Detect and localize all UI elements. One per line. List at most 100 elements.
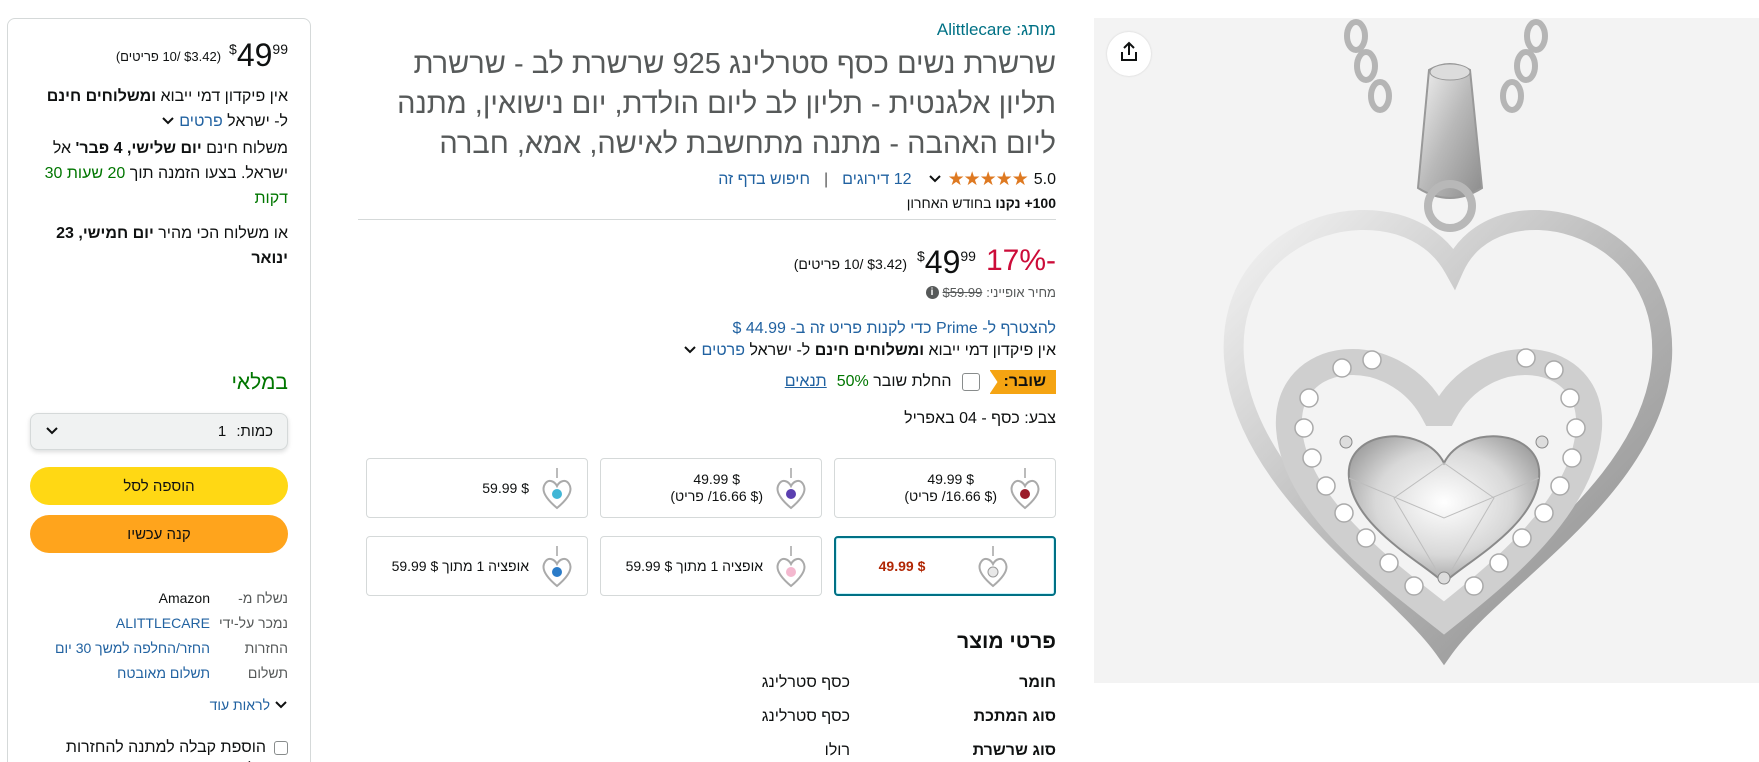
shipping-info: אין פיקדון דמי ייבוא ומשלוחים חינם ל- יש… xyxy=(358,342,1056,360)
swatch-option[interactable]: אופציה 1 מתוך $ 59.99 xyxy=(600,536,822,596)
coupon-row: שובר: החלת שובר 50% תנאים xyxy=(358,370,1056,394)
chevron-down-icon[interactable] xyxy=(683,342,697,359)
buybox-shipping-prefix: אין פיקדון דמי ייבוא xyxy=(160,88,288,105)
list-price-value: $59.99 xyxy=(942,285,983,300)
detail-value: כסף סטרלינג xyxy=(761,708,850,725)
rating-value: 5.0 xyxy=(1033,170,1056,188)
brand-link[interactable]: מותג: Alittlecare xyxy=(358,20,1056,40)
chevron-down-icon[interactable] xyxy=(928,171,942,189)
brand-name[interactable]: Alittlecare xyxy=(937,20,1012,39)
discount-percent: -17% xyxy=(985,244,1056,277)
price-row: -17% $ 49 99 ($3.42 /10 פריטים) xyxy=(358,244,1056,281)
necklace-thumbnail-icon xyxy=(975,542,1011,590)
swatch-price: $ 49.99 xyxy=(693,471,741,487)
swatch-unit-price: ($ 16.66/ פריט) xyxy=(670,488,763,504)
swatch-option[interactable]: $ 49.99 ($ 16.66/ פריט) xyxy=(600,458,822,518)
gift-receipt-label: הוספת קבלה למתנה להחזרות קלות xyxy=(65,739,266,762)
seller-info-key: החזרות xyxy=(244,639,288,656)
swatch-option-selected[interactable]: $ 49.99 xyxy=(834,536,1056,596)
coupon-terms-link[interactable]: תנאים xyxy=(785,373,827,391)
buybox-details-link[interactable]: פרטים xyxy=(179,113,222,130)
list-price: מחיר אופייני: $59.99 i xyxy=(358,285,1056,300)
quantity-text: כמות: 1 xyxy=(218,423,273,440)
coupon-apply-text: החלת שובר xyxy=(873,373,952,390)
necklace-thumbnail-icon xyxy=(1007,464,1043,512)
price-per-unit: ($3.42 /10 פריטים) xyxy=(793,256,907,272)
buybox-shipping: אין פיקדון דמי ייבוא ומשלוחים חינם ל- יש… xyxy=(30,84,288,134)
chevron-down-icon[interactable] xyxy=(161,113,175,130)
detail-key: חומר xyxy=(1019,674,1056,691)
detail-value: רולו xyxy=(824,742,850,759)
seller-info-key: נשלח מ- xyxy=(238,589,288,606)
bought-count: 100+ נקנו בחודש האחרון xyxy=(358,195,1056,211)
bought-count-text: בחודש האחרון xyxy=(906,195,992,211)
quantity-label: כמות: xyxy=(236,423,273,440)
swatch-price: $ 49.99 xyxy=(878,558,926,574)
shipping-free: ומשלוחים חינם xyxy=(814,342,925,359)
swatch-text: $ 49.99 ($ 16.66/ פריט) xyxy=(670,471,763,505)
info-icon[interactable]: i xyxy=(925,286,939,299)
search-page-link[interactable]: חיפוש בדף זה xyxy=(718,171,810,189)
color-label: צבע: כסף - 04 באפריל xyxy=(904,410,1056,427)
swatch-unit-price: ($ 16.66/ פריט) xyxy=(904,488,997,504)
buybox-price: $ 49 99 xyxy=(229,37,288,74)
color-swatches-row-2: $ 49.99 אופציה 1 מתוך $ 59.99 אופציה 1 מ… xyxy=(358,536,1056,596)
seller-info-row: נשלח מ- Amazon xyxy=(30,585,288,610)
product-image[interactable] xyxy=(1094,18,1759,683)
swatch-price: $ 49.99 xyxy=(927,471,975,487)
prime-offer-link[interactable]: להצטרף ל- Prime כדי לקנות פריט זה ב- 44.… xyxy=(358,320,1056,338)
buybox-price-symbol: $ xyxy=(229,41,237,57)
detail-row: חומר כסף סטרלינג xyxy=(358,674,1056,708)
swatch-text: אופציה 1 מתוך $ 59.99 xyxy=(391,557,529,574)
share-icon xyxy=(1118,41,1140,68)
stock-status: במלאי xyxy=(231,371,288,394)
swatch-option[interactable]: $ 49.99 ($ 16.66/ פריט) xyxy=(834,458,1056,518)
seller-info-row: תשלום תשלום מאובטח xyxy=(30,660,288,685)
necklace-thumbnail-icon xyxy=(539,464,575,512)
coupon-percent: 50% xyxy=(836,373,869,390)
seller-info-value: Amazon xyxy=(158,589,210,606)
divider xyxy=(358,219,1056,220)
see-more-link[interactable]: לראות עוד xyxy=(210,697,288,713)
shipping-destination: ל- ישראל xyxy=(749,342,811,359)
quantity-select[interactable]: כמות: 1 xyxy=(30,413,288,450)
price-fraction: 99 xyxy=(960,248,976,264)
rating-count-link[interactable]: 12 דירוגים xyxy=(842,171,911,189)
necklace-image xyxy=(1094,18,1759,683)
payment-link[interactable]: תשלום מאובטח xyxy=(30,665,210,681)
bought-count-bold: 100+ נקנו xyxy=(995,195,1056,211)
gift-receipt-checkbox[interactable] xyxy=(274,741,288,755)
swatch-option[interactable]: אופציה 1 מתוך $ 59.99 xyxy=(366,536,588,596)
swatch-price: $ 59.99 xyxy=(482,479,529,496)
seller-info-row: נמכר על-ידי ALITTLECARE xyxy=(30,610,288,635)
buybox-price-row: $ 49 99 ($3.42 /10 פריטים) xyxy=(30,37,288,74)
product-info: מותג: Alittlecare שרשרת נשים כסף סטרלינג… xyxy=(358,18,1056,762)
seller-info-key: נמכר על-ידי xyxy=(218,614,288,631)
chevron-down-icon xyxy=(274,697,288,713)
price-whole: 49 xyxy=(924,244,961,280)
seller-link[interactable]: ALITTLECARE xyxy=(30,615,210,631)
seller-info-key: תשלום xyxy=(247,664,288,681)
returns-link[interactable]: החזר/החלפה למשך 30 יום xyxy=(30,640,210,656)
share-button[interactable] xyxy=(1107,32,1151,76)
shipping-details-link[interactable]: פרטים xyxy=(702,342,745,359)
price-value: $ 49 99 xyxy=(917,244,976,281)
gift-receipt-option[interactable]: הוספת קבלה למתנה להחזרות קלות xyxy=(30,737,288,762)
buy-now-button[interactable]: קנה עכשיו xyxy=(30,515,288,553)
coupon-checkbox[interactable] xyxy=(961,373,980,391)
star-rating-icon[interactable]: ★★★★★ xyxy=(948,168,1029,191)
rating-row: 5.0 ★★★★★ 12 דירוגים | חיפוש בדף זה xyxy=(358,168,1056,191)
detail-row: סוג המתכת כסף סטרלינג xyxy=(358,708,1056,742)
detail-key: סוג המתכת xyxy=(973,708,1056,725)
color-swatches: $ 49.99 ($ 16.66/ פריט) $ 49.99 ($ 16.66… xyxy=(358,458,1056,518)
buybox-price-fraction: 99 xyxy=(272,41,288,57)
chevron-down-icon xyxy=(45,423,59,440)
coupon-apply-label: החלת שובר 50% xyxy=(837,373,952,391)
delivery-date: יום שלישי, 4 פבר' xyxy=(75,140,202,157)
coupon-badge: שובר: xyxy=(989,370,1056,394)
product-title: שרשרת נשים כסף סטרלינג 925 שרשרת לב - שר… xyxy=(397,48,1056,160)
buybox-shipping-free: ומשלוחים חינם xyxy=(46,88,157,105)
swatch-option[interactable]: $ 59.99 xyxy=(366,458,588,518)
add-to-cart-button[interactable]: הוספה לסל xyxy=(30,467,288,505)
detail-row: סוג שרשרת רולו xyxy=(358,742,1056,762)
